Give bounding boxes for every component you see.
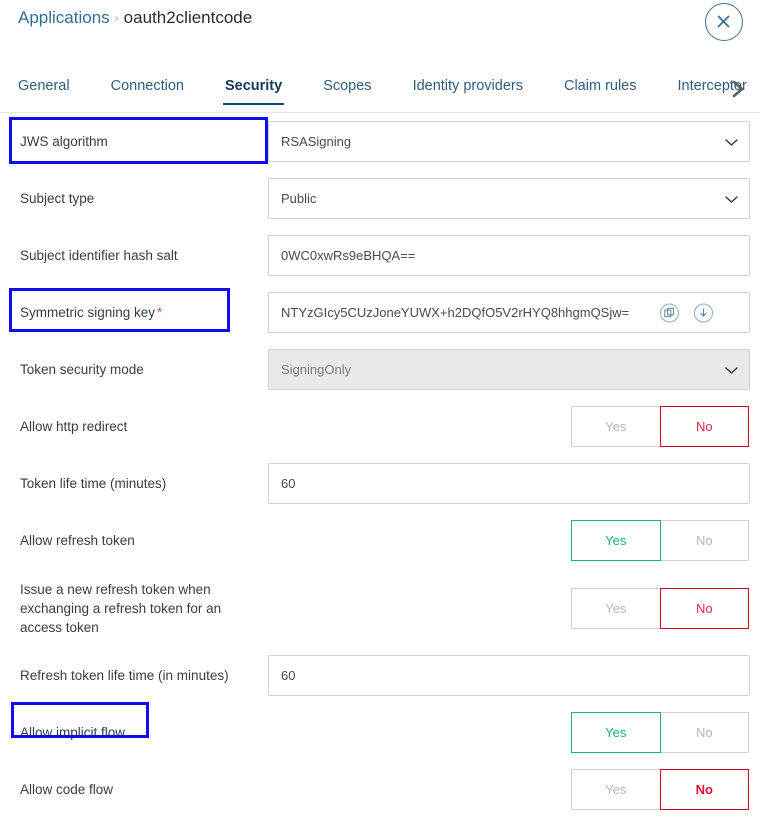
close-circle-icon[interactable]	[705, 3, 743, 41]
chevron-right-glyph	[732, 80, 744, 98]
download-glyph	[700, 307, 707, 317]
download-icon[interactable]	[694, 303, 713, 322]
label-token-life-time: Token life time (minutes)	[20, 476, 167, 491]
toggle-allow-http-redirect-yes[interactable]: Yes	[571, 406, 661, 447]
toggle-allow-refresh-token: Yes No	[571, 520, 749, 561]
row-token-life-time: Token life time (minutes) 60	[0, 455, 760, 512]
tab-scopes[interactable]: Scopes	[323, 74, 371, 105]
breadcrumb-applications-link[interactable]: Applications	[18, 8, 110, 27]
input-token-life-time-value: 60	[281, 476, 296, 491]
tab-bar: General Connection Security Scopes Ident…	[0, 74, 760, 113]
label-subject-type: Subject type	[20, 191, 95, 206]
toggle-allow-http-redirect-no[interactable]: No	[659, 406, 749, 447]
toggle-allow-refresh-token-no[interactable]: No	[659, 520, 749, 561]
close-icon	[717, 15, 730, 28]
input-token-life-time[interactable]: 60	[268, 463, 750, 504]
label-jws-algorithm: JWS algorithm	[20, 134, 108, 149]
row-allow-refresh-token: Allow refresh token Yes No	[0, 512, 760, 569]
label-subject-identifier-hash-salt: Subject identifier hash salt	[20, 248, 178, 263]
page-header: Applications › oauth2clientcode	[0, 0, 760, 56]
required-marker: *	[157, 305, 163, 320]
toggle-allow-code-flow: Yes No	[571, 769, 749, 810]
row-refresh-token-life-time: Refresh token life time (in minutes) 60	[0, 647, 760, 704]
input-subject-identifier-hash-salt[interactable]: 0WC0xwRs9eBHQA==	[268, 235, 750, 276]
row-allow-code-flow: Allow code flow Yes No	[0, 761, 760, 818]
toggle-issue-new-refresh-token-yes[interactable]: Yes	[571, 587, 661, 629]
label-allow-code-flow: Allow code flow	[20, 782, 114, 797]
input-symmetric-signing-key[interactable]: NTYzGIcy5CUzJoneYUWX+h2DQfO5V2rHYQ8hhgmQ…	[268, 292, 750, 333]
chevron-right-icon[interactable]	[725, 74, 751, 104]
select-subject-type-value: Public	[281, 191, 317, 206]
row-subject-identifier-hash-salt: Subject identifier hash salt 0WC0xwRs9eB…	[0, 227, 760, 284]
breadcrumb-current: oauth2clientcode	[123, 8, 253, 27]
toggle-allow-refresh-token-yes[interactable]: Yes	[571, 520, 661, 561]
tab-claim-rules[interactable]: Claim rules	[564, 74, 637, 105]
label-symmetric-signing-key: Symmetric signing key *	[0, 303, 268, 322]
tab-list: General Connection Security Scopes Ident…	[0, 74, 760, 112]
row-subject-type: Subject type Public	[0, 170, 760, 227]
label-allow-implicit-flow: Allow implicit flow	[20, 725, 126, 740]
input-refresh-token-life-time-value: 60	[281, 668, 296, 683]
tab-connection[interactable]: Connection	[111, 74, 184, 105]
select-token-security-mode-value: SigningOnly	[281, 362, 352, 377]
select-token-security-mode: SigningOnly	[268, 349, 750, 390]
label-token-security-mode: Token security mode	[20, 362, 144, 377]
row-allow-http-redirect: Allow http redirect Yes No	[0, 398, 760, 455]
copy-icon[interactable]	[660, 303, 679, 322]
security-form: JWS algorithm RSASigning Subject type Pu…	[0, 113, 760, 818]
copy-glyph	[664, 307, 675, 317]
toggle-issue-new-refresh-token: Yes No	[571, 587, 749, 629]
tab-identity-providers[interactable]: Identity providers	[413, 74, 523, 105]
input-subject-identifier-hash-salt-value: 0WC0xwRs9eBHQA==	[281, 248, 416, 263]
toggle-allow-implicit-flow-no[interactable]: No	[659, 712, 749, 753]
tab-general[interactable]: General	[18, 74, 70, 105]
input-symmetric-signing-key-value: NTYzGIcy5CUzJoneYUWX+h2DQfO5V2rHYQ8hhgmQ…	[281, 305, 630, 320]
row-issue-new-refresh-token: Issue a new refresh token when exchangin…	[0, 569, 760, 647]
row-allow-implicit-flow: Allow implicit flow Yes No	[0, 702, 760, 761]
toggle-allow-code-flow-yes[interactable]: Yes	[571, 769, 661, 810]
toggle-allow-http-redirect: Yes No	[571, 406, 749, 447]
toggle-issue-new-refresh-token-no[interactable]: No	[659, 587, 749, 629]
label-allow-http-redirect: Allow http redirect	[20, 419, 128, 434]
toggle-allow-implicit-flow-yes[interactable]: Yes	[571, 712, 661, 753]
chevron-down-icon	[725, 362, 738, 377]
label-issue-new-refresh-token: Issue a new refresh token when exchangin…	[20, 581, 222, 635]
chevron-down-icon	[725, 134, 738, 149]
toggle-allow-code-flow-no[interactable]: No	[659, 769, 749, 810]
chevron-down-icon	[725, 191, 738, 206]
select-jws-algorithm-value: RSASigning	[281, 134, 352, 149]
row-symmetric-signing-key: Symmetric signing key * NTYzGIcy5CUzJoneY…	[0, 284, 760, 341]
breadcrumb: Applications › oauth2clientcode	[18, 6, 252, 31]
select-subject-type[interactable]: Public	[268, 178, 750, 219]
row-token-security-mode: Token security mode SigningOnly	[0, 341, 760, 398]
input-refresh-token-life-time[interactable]: 60	[268, 655, 750, 696]
label-refresh-token-life-time: Refresh token life time (in minutes)	[20, 668, 229, 683]
breadcrumb-separator-icon: ›	[114, 11, 119, 25]
toggle-allow-implicit-flow: Yes No	[571, 712, 749, 753]
select-jws-algorithm[interactable]: RSASigning	[268, 121, 750, 162]
label-symmetric-signing-key-text: Symmetric signing key	[20, 305, 156, 320]
tab-security[interactable]: Security	[222, 74, 285, 105]
row-jws-algorithm: JWS algorithm RSASigning	[0, 113, 760, 170]
label-allow-refresh-token: Allow refresh token	[20, 533, 135, 548]
